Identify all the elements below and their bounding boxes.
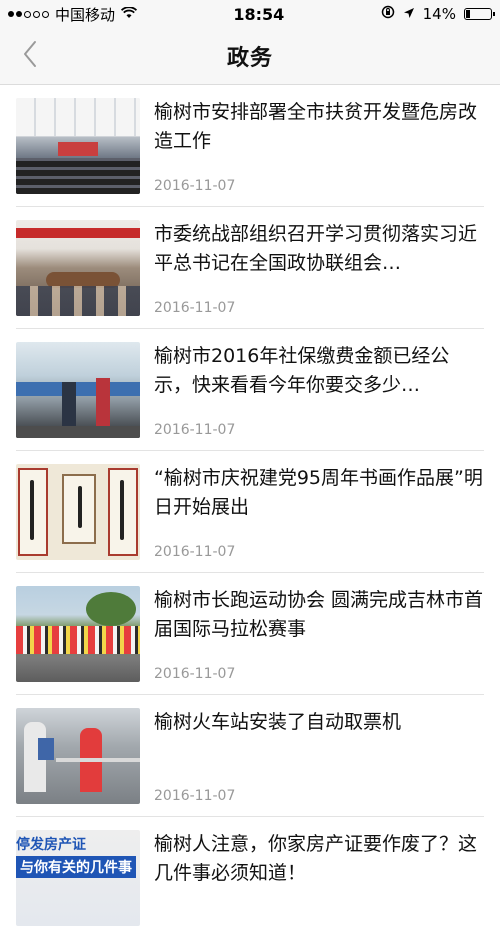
news-thumbnail-calligraphy: [16, 463, 140, 560]
news-date: 2016-11-07: [154, 543, 236, 560]
back-button[interactable]: [10, 36, 50, 76]
news-thumbnail-conference: [16, 219, 140, 316]
news-thumbnail-marathon: [16, 585, 140, 682]
news-date: 2016-11-07: [154, 787, 236, 804]
news-title: 榆树人注意，你家房产证要作废了？这几件事必须知道！: [154, 833, 478, 884]
thumbnail-text-line2: 与你有关的几件事: [16, 856, 136, 878]
news-item[interactable]: 榆树火车站安装了自动取票机 2016-11-07: [16, 695, 484, 817]
news-list: 榆树市安排部署全市扶贫开发暨危房改造工作 2016-11-07 市委统战部组织召…: [0, 85, 500, 939]
news-item[interactable]: 榆树市长跑运动协会 圆满完成吉林市首届国际马拉松赛事 2016-11-07: [16, 573, 484, 695]
status-bar: 中国移动 18:54 14%: [0, 0, 500, 28]
news-date: 2016-11-07: [154, 421, 236, 438]
news-title: 榆树市2016年社保缴费金额已经公示，快来看看今年你要交多少…: [154, 344, 450, 396]
news-date: 2016-11-07: [154, 177, 236, 194]
thumbnail-text-line1: 停发房产证: [16, 837, 86, 853]
battery-icon: [463, 8, 495, 20]
news-thumbnail-train-station: [16, 707, 140, 804]
page-title: 政务: [226, 46, 273, 71]
wifi-icon: [120, 5, 138, 23]
news-thumbnail-meeting: [16, 97, 140, 194]
news-item[interactable]: 榆树市安排部署全市扶贫开发暨危房改造工作 2016-11-07: [16, 85, 484, 207]
rotation-lock-icon: [381, 5, 395, 23]
battery-level: [465, 10, 470, 18]
news-title: 榆树市长跑运动协会 圆满完成吉林市首届国际马拉松赛事: [154, 588, 484, 640]
news-item[interactable]: 市委统战部组织召开学习贯彻落实习近平总书记在全国政协联组会… 2016-11-0…: [16, 207, 484, 329]
news-title: 榆树火车站安装了自动取票机: [154, 710, 402, 733]
battery-percent: 14%: [422, 5, 456, 23]
chevron-left-icon: [22, 40, 38, 72]
status-right: 14%: [381, 5, 495, 23]
news-title: “榆树市庆祝建党95周年书画作品展”明日开始展出: [154, 466, 483, 518]
news-date: 2016-11-07: [154, 665, 236, 682]
news-thumbnail-property-certificate: 停发房产证 与你有关的几件事: [16, 830, 140, 926]
signal-strength-icon: [8, 10, 49, 18]
news-thumbnail-service-hall: [16, 341, 140, 438]
news-date: 2016-11-07: [154, 299, 236, 316]
carrier-name: 中国移动: [55, 5, 116, 24]
status-left: 中国移动: [8, 4, 138, 25]
news-item[interactable]: 榆树市2016年社保缴费金额已经公示，快来看看今年你要交多少… 2016-11-…: [16, 329, 484, 451]
location-arrow-icon: [403, 5, 415, 23]
news-item[interactable]: “榆树市庆祝建党95周年书画作品展”明日开始展出 2016-11-07: [16, 451, 484, 573]
news-title: 市委统战部组织召开学习贯彻落实习近平总书记在全国政协联组会…: [154, 222, 478, 274]
news-title: 榆树市安排部署全市扶贫开发暨危房改造工作: [154, 100, 478, 152]
status-time: 18:54: [233, 4, 285, 24]
news-item[interactable]: 停发房产证 与你有关的几件事 榆树人注意，你家房产证要作废了？这几件事必须知道！: [16, 817, 484, 939]
navigation-bar: 政务: [0, 28, 500, 85]
